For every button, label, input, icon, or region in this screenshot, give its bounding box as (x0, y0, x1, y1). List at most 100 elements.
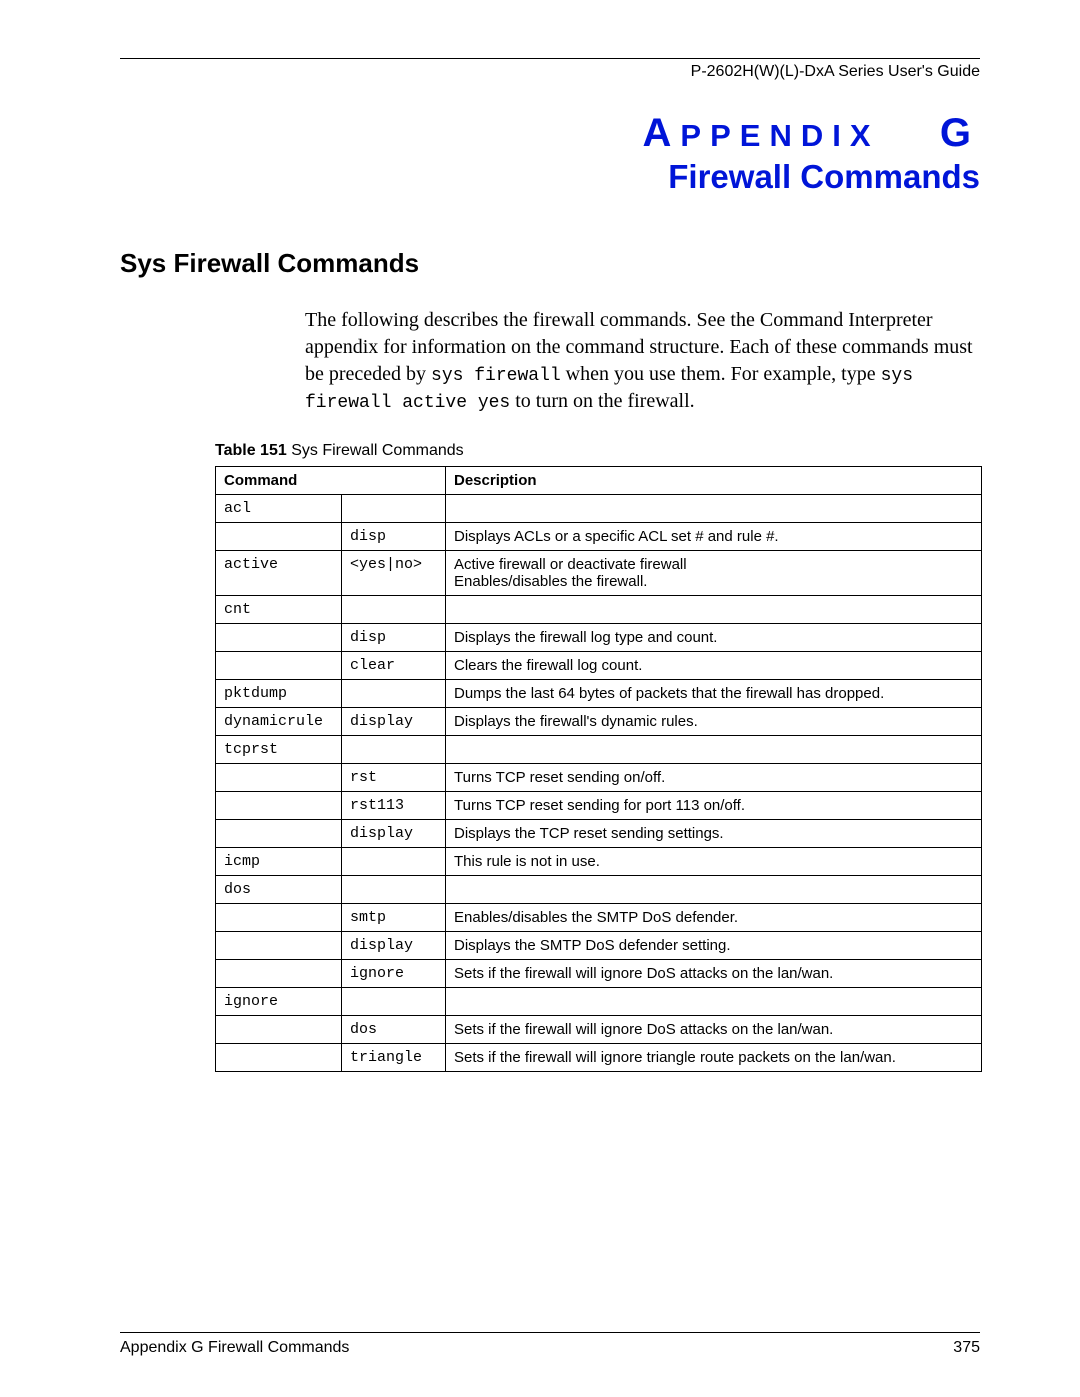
cmd-desc: Dumps the last 64 bytes of packets that … (446, 679, 982, 707)
cmd-desc: Displays ACLs or a specific ACL set # an… (446, 522, 982, 550)
table-header-row: Command Description (216, 466, 982, 494)
cmd-c1: ignore (216, 987, 342, 1015)
page-footer: Appendix G Firewall Commands 375 (120, 1332, 980, 1357)
cmd-c2: rst (342, 763, 446, 791)
appendix-spacer (880, 111, 940, 155)
cmd-c1 (216, 1043, 342, 1071)
table-row: triangleSets if the firewall will ignore… (216, 1043, 982, 1071)
table-row: acl (216, 494, 982, 522)
table-row: tcprst (216, 735, 982, 763)
cmd-desc: Turns TCP reset sending for port 113 on/… (446, 791, 982, 819)
cmd-c1: dos (216, 875, 342, 903)
table-row: dispDisplays ACLs or a specific ACL set … (216, 522, 982, 550)
cmd-c1 (216, 819, 342, 847)
th-command: Command (216, 466, 446, 494)
cmd-c1 (216, 959, 342, 987)
cmd-desc: Clears the firewall log count. (446, 651, 982, 679)
table-row: clearClears the firewall log count. (216, 651, 982, 679)
cmd-c1: pktdump (216, 679, 342, 707)
table-row: dos (216, 875, 982, 903)
cmd-c1: active (216, 550, 342, 595)
body-t3: to turn on the firewall. (510, 390, 694, 412)
cmd-c2 (342, 494, 446, 522)
cmd-desc: Active firewall or deactivate firewallEn… (446, 550, 982, 595)
cmd-c1: acl (216, 494, 342, 522)
cmd-c2: clear (342, 651, 446, 679)
cmd-c2: triangle (342, 1043, 446, 1071)
cmd-desc (446, 987, 982, 1015)
cmd-c1: icmp (216, 847, 342, 875)
cmd-c1: dynamicrule (216, 707, 342, 735)
cmd-c2: rst113 (342, 791, 446, 819)
table-row: icmpThis rule is not in use. (216, 847, 982, 875)
appendix-label: APPENDIX G (120, 111, 980, 156)
table-caption-bold: Table 151 (215, 442, 287, 459)
cmd-c1 (216, 763, 342, 791)
cmd-desc: Displays the firewall log type and count… (446, 623, 982, 651)
cmd-c2 (342, 595, 446, 623)
table-row: pktdump Dumps the last 64 bytes of packet… (216, 679, 982, 707)
cmd-c1 (216, 903, 342, 931)
footer-left: Appendix G Firewall Commands (120, 1339, 349, 1357)
table-row: rst113Turns TCP reset sending for port 1… (216, 791, 982, 819)
cmd-c2: display (342, 819, 446, 847)
cmd-c2: dos (342, 1015, 446, 1043)
table-row: dosSets if the firewall will ignore DoS … (216, 1015, 982, 1043)
cmd-c2 (342, 679, 446, 707)
intro-paragraph: The following describes the firewall com… (305, 307, 980, 416)
table-row: ignore (216, 987, 982, 1015)
table-caption: Table 151 Sys Firewall Commands (215, 442, 980, 460)
table-row: displayDisplays the SMTP DoS defender se… (216, 931, 982, 959)
commands-table: Command Description acl dispDisplays ACL… (215, 466, 982, 1072)
footer-rule (120, 1332, 980, 1333)
cmd-c1 (216, 791, 342, 819)
cmd-c2 (342, 875, 446, 903)
cmd-desc: Sets if the firewall will ignore DoS att… (446, 1015, 982, 1043)
cmd-c2 (342, 987, 446, 1015)
section-heading: Sys Firewall Commands (120, 248, 980, 279)
cmd-c2 (342, 847, 446, 875)
cmd-c2: display (342, 931, 446, 959)
cmd-c1 (216, 1015, 342, 1043)
appendix-title: Firewall Commands (120, 158, 980, 196)
table-body: acl dispDisplays ACLs or a specific ACL … (216, 494, 982, 1071)
footer-row: Appendix G Firewall Commands 375 (120, 1339, 980, 1357)
cmd-c1 (216, 931, 342, 959)
table-row: active<yes|no>Active firewall or deactiv… (216, 550, 982, 595)
table-caption-rest: Sys Firewall Commands (287, 442, 464, 459)
table-row: dispDisplays the firewall log type and c… (216, 623, 982, 651)
body-t2: when you use them. For example, type (561, 363, 881, 385)
table-row: smtpEnables/disables the SMTP DoS defend… (216, 903, 982, 931)
cmd-desc (446, 595, 982, 623)
table-row: cnt (216, 595, 982, 623)
appendix-rest: PPENDIX (680, 118, 879, 153)
document-header: P-2602H(W)(L)-DxA Series User's Guide (120, 63, 980, 81)
cmd-c1: tcprst (216, 735, 342, 763)
cmd-desc: Displays the TCP reset sending settings. (446, 819, 982, 847)
cmd-c2: display (342, 707, 446, 735)
cmd-desc: Sets if the firewall will ignore DoS att… (446, 959, 982, 987)
cmd-desc: Displays the SMTP DoS defender setting. (446, 931, 982, 959)
cmd-desc: Displays the firewall's dynamic rules. (446, 707, 982, 735)
appendix-prefix: A (643, 111, 681, 155)
table-row: dynamicruledisplayDisplays the firewall'… (216, 707, 982, 735)
cmd-desc (446, 875, 982, 903)
cmd-desc (446, 494, 982, 522)
cmd-c2 (342, 735, 446, 763)
cmd-c2: ignore (342, 959, 446, 987)
header-rule (120, 58, 980, 59)
footer-page-number: 375 (953, 1339, 980, 1357)
cmd-c2: disp (342, 623, 446, 651)
page-container: P-2602H(W)(L)-DxA Series User's Guide AP… (0, 0, 1080, 1112)
cmd-c1: cnt (216, 595, 342, 623)
cmd-desc: Sets if the firewall will ignore triangl… (446, 1043, 982, 1071)
cmd-desc: Enables/disables the SMTP DoS defender. (446, 903, 982, 931)
cmd-c2: smtp (342, 903, 446, 931)
cmd-c1 (216, 651, 342, 679)
table-row: ignoreSets if the firewall will ignore D… (216, 959, 982, 987)
th-description: Description (446, 466, 982, 494)
cmd-c2: <yes|no> (342, 550, 446, 595)
cmd-c1 (216, 522, 342, 550)
body-m1: sys firewall (431, 366, 561, 386)
cmd-desc (446, 735, 982, 763)
